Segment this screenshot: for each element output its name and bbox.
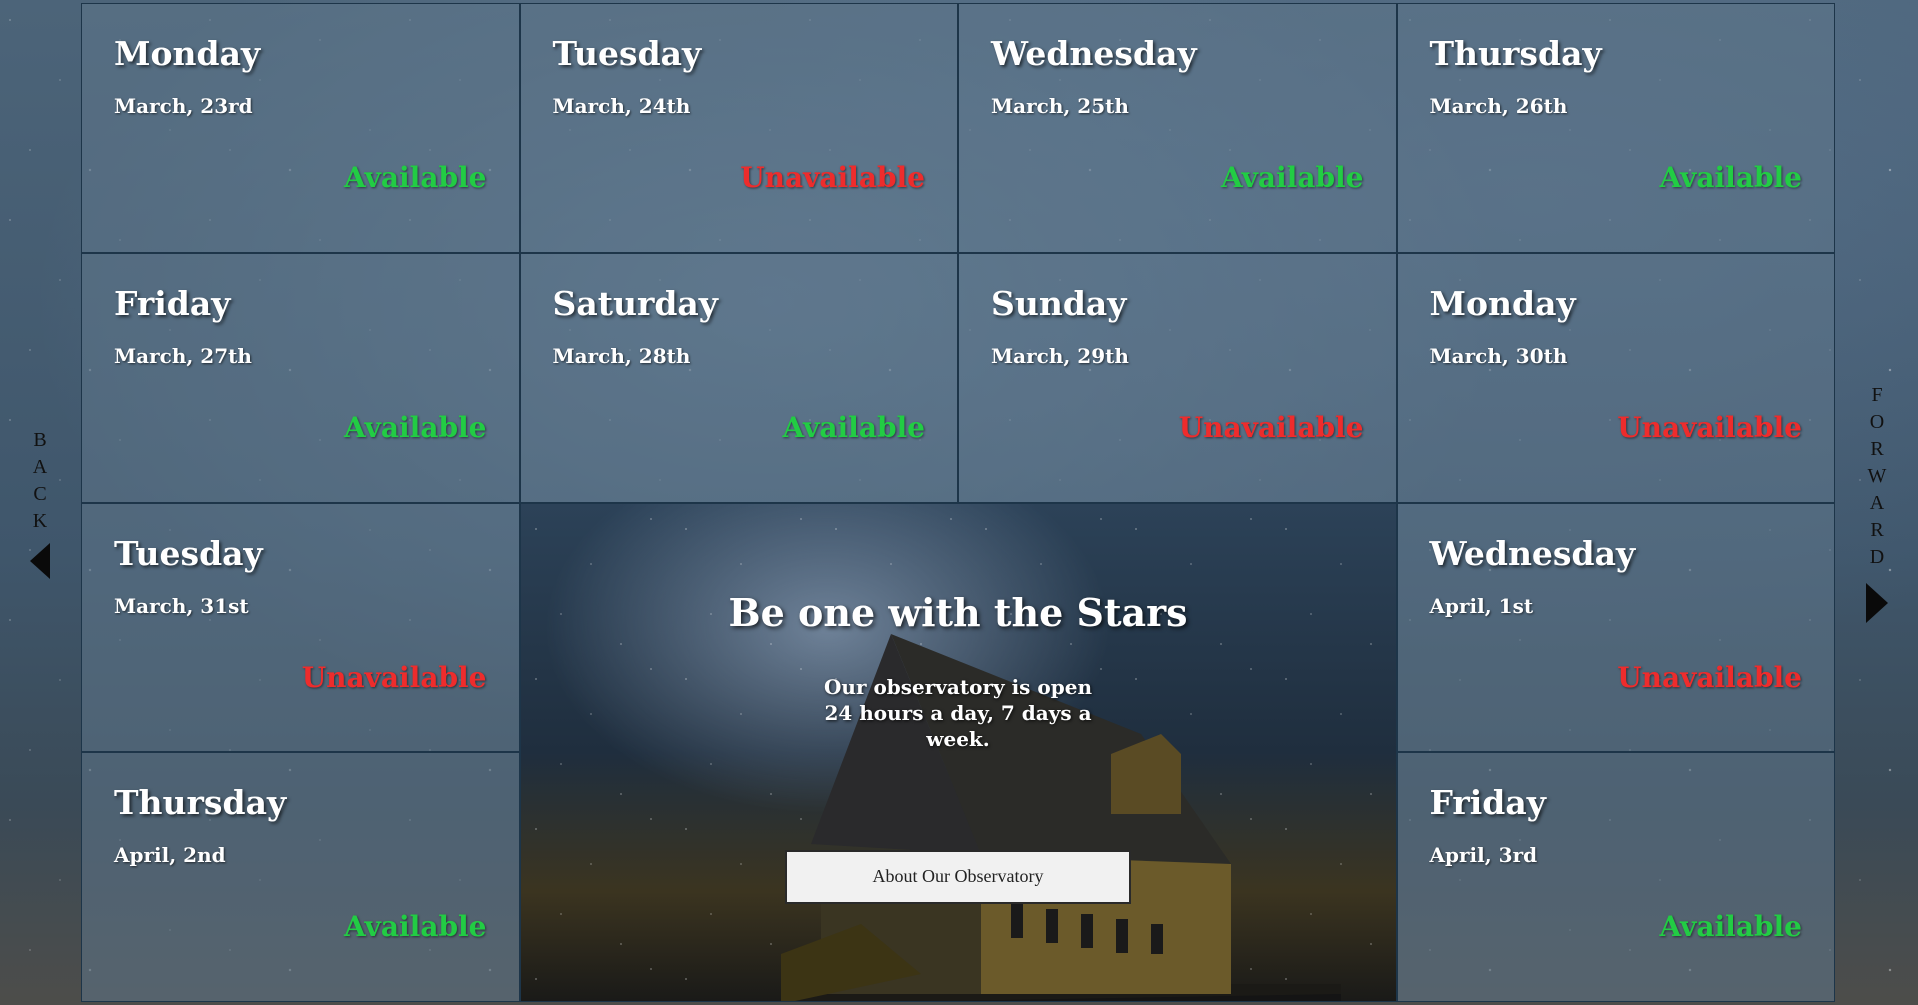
- day-card[interactable]: Wednesday April, 1st Unavailable: [1396, 502, 1835, 753]
- day-date: March, 28th: [552, 343, 691, 368]
- day-date: March, 26th: [1429, 94, 1568, 118]
- day-date: March, 25th: [991, 94, 1129, 118]
- about-observatory-button[interactable]: About Our Observatory: [785, 849, 1131, 904]
- day-status: Available: [1659, 910, 1802, 944]
- day-name: Wednesday: [991, 34, 1197, 73]
- day-card[interactable]: Thursday April, 2nd Available: [81, 752, 520, 1002]
- day-name: Monday: [114, 34, 261, 73]
- day-status: Unavailable: [1617, 660, 1802, 694]
- day-card[interactable]: Tuesday March, 24th Unavailable: [519, 3, 958, 253]
- day-status: Available: [1659, 161, 1802, 194]
- day-card[interactable]: Friday March, 27th Available: [81, 252, 520, 503]
- day-name: Tuesday: [114, 533, 263, 573]
- day-name: Tuesday: [552, 34, 702, 73]
- day-card[interactable]: Thursday March, 26th Available: [1396, 3, 1835, 253]
- day-card[interactable]: Monday March, 30th Unavailable: [1396, 252, 1835, 503]
- day-card[interactable]: Monday March, 23rd Available: [81, 3, 520, 253]
- arrow-right-icon: [1866, 583, 1888, 623]
- day-name: Thursday: [114, 783, 287, 823]
- day-name: Sunday: [991, 283, 1127, 323]
- day-status: Unavailable: [301, 660, 487, 694]
- day-status: Available: [344, 910, 487, 944]
- hero-panel: Be one with the Stars Our observatory is…: [519, 502, 1397, 1002]
- back-button[interactable]: BACK: [0, 0, 80, 1005]
- day-status: Unavailable: [1617, 410, 1802, 444]
- day-card[interactable]: Saturday March, 28th Available: [519, 252, 958, 503]
- hero-title: Be one with the Stars: [728, 589, 1188, 635]
- day-date: April, 2nd: [114, 843, 226, 868]
- day-status: Available: [782, 410, 925, 444]
- day-card[interactable]: Sunday March, 29th Unavailable: [958, 252, 1397, 503]
- day-date: March, 24th: [552, 94, 691, 118]
- hero-subtitle: Our observatory is open 24 hours a day, …: [824, 674, 1092, 751]
- day-name: Wednesday: [1429, 533, 1636, 573]
- arrow-left-icon: [30, 542, 50, 579]
- day-date: April, 1st: [1429, 593, 1534, 618]
- day-date: March, 23rd: [114, 94, 253, 118]
- day-status: Available: [344, 410, 487, 444]
- day-status: Unavailable: [740, 161, 925, 194]
- day-date: March, 27th: [114, 343, 252, 368]
- day-name: Friday: [114, 283, 231, 323]
- day-date: March, 29th: [991, 343, 1129, 368]
- back-label: BACK: [32, 428, 48, 532]
- day-status: Unavailable: [1178, 410, 1364, 444]
- day-name: Saturday: [552, 283, 718, 323]
- day-name: Monday: [1429, 283, 1576, 323]
- day-card[interactable]: Tuesday March, 31st Unavailable: [81, 502, 520, 753]
- day-status: Available: [1221, 161, 1364, 194]
- day-date: April, 3rd: [1429, 843, 1538, 868]
- day-card[interactable]: Wednesday March, 25th Available: [958, 3, 1397, 253]
- forward-button[interactable]: FORWARD: [1836, 0, 1918, 1005]
- calendar-grid: Monday March, 23rd Available Tuesday Mar…: [81, 3, 1835, 1002]
- day-name: Friday: [1429, 783, 1546, 823]
- day-name: Thursday: [1429, 34, 1602, 73]
- day-status: Available: [344, 161, 487, 194]
- day-date: March, 30th: [1429, 343, 1568, 368]
- day-card[interactable]: Friday April, 3rd Available: [1396, 752, 1835, 1002]
- forward-label: FORWARD: [1867, 384, 1887, 568]
- day-date: March, 31st: [114, 593, 249, 618]
